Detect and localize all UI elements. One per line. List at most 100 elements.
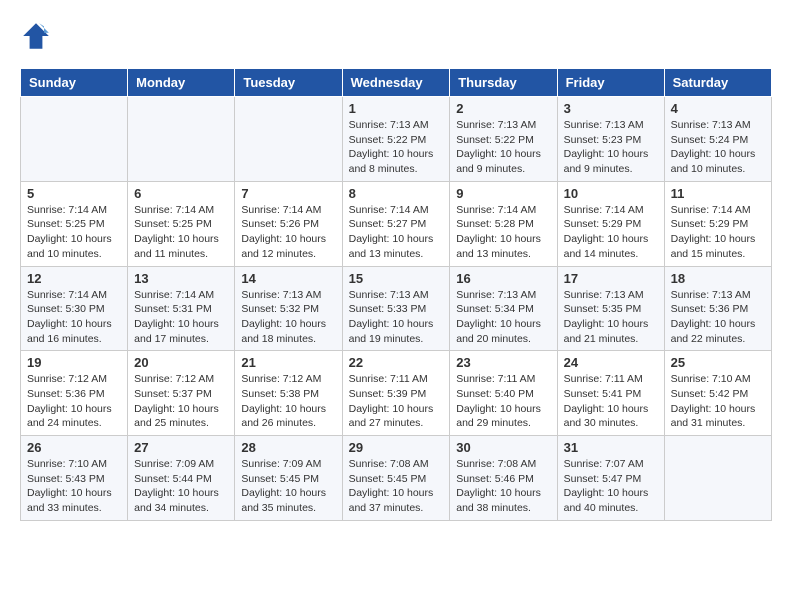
calendar-cell: 4 Sunrise: 7:13 AM Sunset: 5:24 PM Daylig… — [664, 97, 771, 182]
calendar-table: SundayMondayTuesdayWednesdayThursdayFrid… — [20, 68, 772, 521]
calendar-week-row: 12 Sunrise: 7:14 AM Sunset: 5:30 PM Dayli… — [21, 266, 772, 351]
day-number: 25 — [671, 355, 765, 370]
day-number: 9 — [456, 186, 550, 201]
day-info: Sunrise: 7:08 AM Sunset: 5:45 PM Dayligh… — [349, 457, 444, 516]
day-info: Sunrise: 7:11 AM Sunset: 5:39 PM Dayligh… — [349, 372, 444, 431]
day-info: Sunrise: 7:11 AM Sunset: 5:40 PM Dayligh… — [456, 372, 550, 431]
day-info: Sunrise: 7:08 AM Sunset: 5:46 PM Dayligh… — [456, 457, 550, 516]
day-info: Sunrise: 7:10 AM Sunset: 5:42 PM Dayligh… — [671, 372, 765, 431]
day-number: 22 — [349, 355, 444, 370]
weekday-header-monday: Monday — [128, 69, 235, 97]
calendar-cell: 16Sunrise: 7:13 AM Sunset: 5:34 PM Dayli… — [450, 266, 557, 351]
day-number: 12 — [27, 271, 121, 286]
calendar-cell: 28 Sunrise: 7:09 AM Sunset: 5:45 PM Dayli… — [235, 436, 342, 521]
day-info: Sunrise: 7:14 AM Sunset: 5:31 PM Dayligh… — [134, 288, 228, 347]
calendar-cell: 21 Sunrise: 7:12 AM Sunset: 5:38 PM Dayli… — [235, 351, 342, 436]
day-info: Sunrise: 7:13 AM Sunset: 5:22 PM Dayligh… — [349, 118, 444, 177]
day-info: Sunrise: 7:09 AM Sunset: 5:45 PM Dayligh… — [241, 457, 335, 516]
weekday-header-tuesday: Tuesday — [235, 69, 342, 97]
day-number: 6 — [134, 186, 228, 201]
calendar-cell: 11 Sunrise: 7:14 AM Sunset: 5:29 PM Dayli… — [664, 181, 771, 266]
day-info: Sunrise: 7:14 AM Sunset: 5:25 PM Dayligh… — [134, 203, 228, 262]
calendar-cell — [128, 97, 235, 182]
weekday-header-thursday: Thursday — [450, 69, 557, 97]
calendar-cell: 25 Sunrise: 7:10 AM Sunset: 5:42 PM Dayli… — [664, 351, 771, 436]
calendar-week-row: 26 Sunrise: 7:10 AM Sunset: 5:43 PM Dayli… — [21, 436, 772, 521]
calendar-cell — [235, 97, 342, 182]
day-info: Sunrise: 7:14 AM Sunset: 5:29 PM Dayligh… — [671, 203, 765, 262]
calendar-cell: 27Sunrise: 7:09 AM Sunset: 5:44 PM Dayli… — [128, 436, 235, 521]
day-number: 11 — [671, 186, 765, 201]
weekday-header-wednesday: Wednesday — [342, 69, 450, 97]
calendar-cell: 29 Sunrise: 7:08 AM Sunset: 5:45 PM Dayli… — [342, 436, 450, 521]
day-number: 31 — [564, 440, 658, 455]
day-info: Sunrise: 7:13 AM Sunset: 5:24 PM Dayligh… — [671, 118, 765, 177]
logo — [20, 20, 56, 52]
calendar-cell: 20 Sunrise: 7:12 AM Sunset: 5:37 PM Dayli… — [128, 351, 235, 436]
day-number: 23 — [456, 355, 550, 370]
calendar-cell: 6 Sunrise: 7:14 AM Sunset: 5:25 PM Daylig… — [128, 181, 235, 266]
day-info: Sunrise: 7:12 AM Sunset: 5:38 PM Dayligh… — [241, 372, 335, 431]
day-number: 26 — [27, 440, 121, 455]
day-info: Sunrise: 7:12 AM Sunset: 5:37 PM Dayligh… — [134, 372, 228, 431]
day-number: 28 — [241, 440, 335, 455]
calendar-cell: 19 Sunrise: 7:12 AM Sunset: 5:36 PM Dayli… — [21, 351, 128, 436]
calendar-cell: 5 Sunrise: 7:14 AM Sunset: 5:25 PM Daylig… — [21, 181, 128, 266]
day-number: 19 — [27, 355, 121, 370]
calendar-cell: 18Sunrise: 7:13 AM Sunset: 5:36 PM Dayli… — [664, 266, 771, 351]
day-number: 3 — [564, 101, 658, 116]
day-info: Sunrise: 7:13 AM Sunset: 5:23 PM Dayligh… — [564, 118, 658, 177]
day-info: Sunrise: 7:13 AM Sunset: 5:32 PM Dayligh… — [241, 288, 335, 347]
calendar-cell: 8Sunrise: 7:14 AM Sunset: 5:27 PM Daylig… — [342, 181, 450, 266]
day-info: Sunrise: 7:14 AM Sunset: 5:27 PM Dayligh… — [349, 203, 444, 262]
day-info: Sunrise: 7:14 AM Sunset: 5:30 PM Dayligh… — [27, 288, 121, 347]
day-info: Sunrise: 7:11 AM Sunset: 5:41 PM Dayligh… — [564, 372, 658, 431]
day-info: Sunrise: 7:12 AM Sunset: 5:36 PM Dayligh… — [27, 372, 121, 431]
page-header — [20, 20, 772, 52]
calendar-cell: 31Sunrise: 7:07 AM Sunset: 5:47 PM Dayli… — [557, 436, 664, 521]
calendar-cell: 26 Sunrise: 7:10 AM Sunset: 5:43 PM Dayli… — [21, 436, 128, 521]
day-info: Sunrise: 7:10 AM Sunset: 5:43 PM Dayligh… — [27, 457, 121, 516]
weekday-header-sunday: Sunday — [21, 69, 128, 97]
day-number: 1 — [349, 101, 444, 116]
calendar-week-row: 5 Sunrise: 7:14 AM Sunset: 5:25 PM Daylig… — [21, 181, 772, 266]
calendar-header-row: SundayMondayTuesdayWednesdayThursdayFrid… — [21, 69, 772, 97]
calendar-cell: 10 Sunrise: 7:14 AM Sunset: 5:29 PM Dayli… — [557, 181, 664, 266]
day-number: 16 — [456, 271, 550, 286]
calendar-cell: 12 Sunrise: 7:14 AM Sunset: 5:30 PM Dayli… — [21, 266, 128, 351]
calendar-week-row: 19 Sunrise: 7:12 AM Sunset: 5:36 PM Dayli… — [21, 351, 772, 436]
day-number: 4 — [671, 101, 765, 116]
calendar-cell: 3 Sunrise: 7:13 AM Sunset: 5:23 PM Daylig… — [557, 97, 664, 182]
day-number: 18 — [671, 271, 765, 286]
calendar-cell — [21, 97, 128, 182]
calendar-cell: 14 Sunrise: 7:13 AM Sunset: 5:32 PM Dayli… — [235, 266, 342, 351]
day-number: 30 — [456, 440, 550, 455]
calendar-cell: 1 Sunrise: 7:13 AM Sunset: 5:22 PM Daylig… — [342, 97, 450, 182]
day-info: Sunrise: 7:13 AM Sunset: 5:22 PM Dayligh… — [456, 118, 550, 177]
calendar-week-row: 1 Sunrise: 7:13 AM Sunset: 5:22 PM Daylig… — [21, 97, 772, 182]
day-info: Sunrise: 7:09 AM Sunset: 5:44 PM Dayligh… — [134, 457, 228, 516]
calendar-cell: 7Sunrise: 7:14 AM Sunset: 5:26 PM Daylig… — [235, 181, 342, 266]
calendar-cell: 2Sunrise: 7:13 AM Sunset: 5:22 PM Daylig… — [450, 97, 557, 182]
calendar-cell: 9 Sunrise: 7:14 AM Sunset: 5:28 PM Daylig… — [450, 181, 557, 266]
calendar-cell: 13 Sunrise: 7:14 AM Sunset: 5:31 PM Dayli… — [128, 266, 235, 351]
day-number: 10 — [564, 186, 658, 201]
day-number: 20 — [134, 355, 228, 370]
calendar-cell: 22 Sunrise: 7:11 AM Sunset: 5:39 PM Dayli… — [342, 351, 450, 436]
day-number: 5 — [27, 186, 121, 201]
day-number: 24 — [564, 355, 658, 370]
day-number: 15 — [349, 271, 444, 286]
day-info: Sunrise: 7:14 AM Sunset: 5:25 PM Dayligh… — [27, 203, 121, 262]
day-number: 13 — [134, 271, 228, 286]
day-number: 29 — [349, 440, 444, 455]
day-info: Sunrise: 7:14 AM Sunset: 5:28 PM Dayligh… — [456, 203, 550, 262]
day-info: Sunrise: 7:13 AM Sunset: 5:33 PM Dayligh… — [349, 288, 444, 347]
weekday-header-saturday: Saturday — [664, 69, 771, 97]
calendar-cell — [664, 436, 771, 521]
calendar-cell: 30 Sunrise: 7:08 AM Sunset: 5:46 PM Dayli… — [450, 436, 557, 521]
day-number: 21 — [241, 355, 335, 370]
day-number: 14 — [241, 271, 335, 286]
weekday-header-friday: Friday — [557, 69, 664, 97]
day-info: Sunrise: 7:14 AM Sunset: 5:29 PM Dayligh… — [564, 203, 658, 262]
day-number: 17 — [564, 271, 658, 286]
